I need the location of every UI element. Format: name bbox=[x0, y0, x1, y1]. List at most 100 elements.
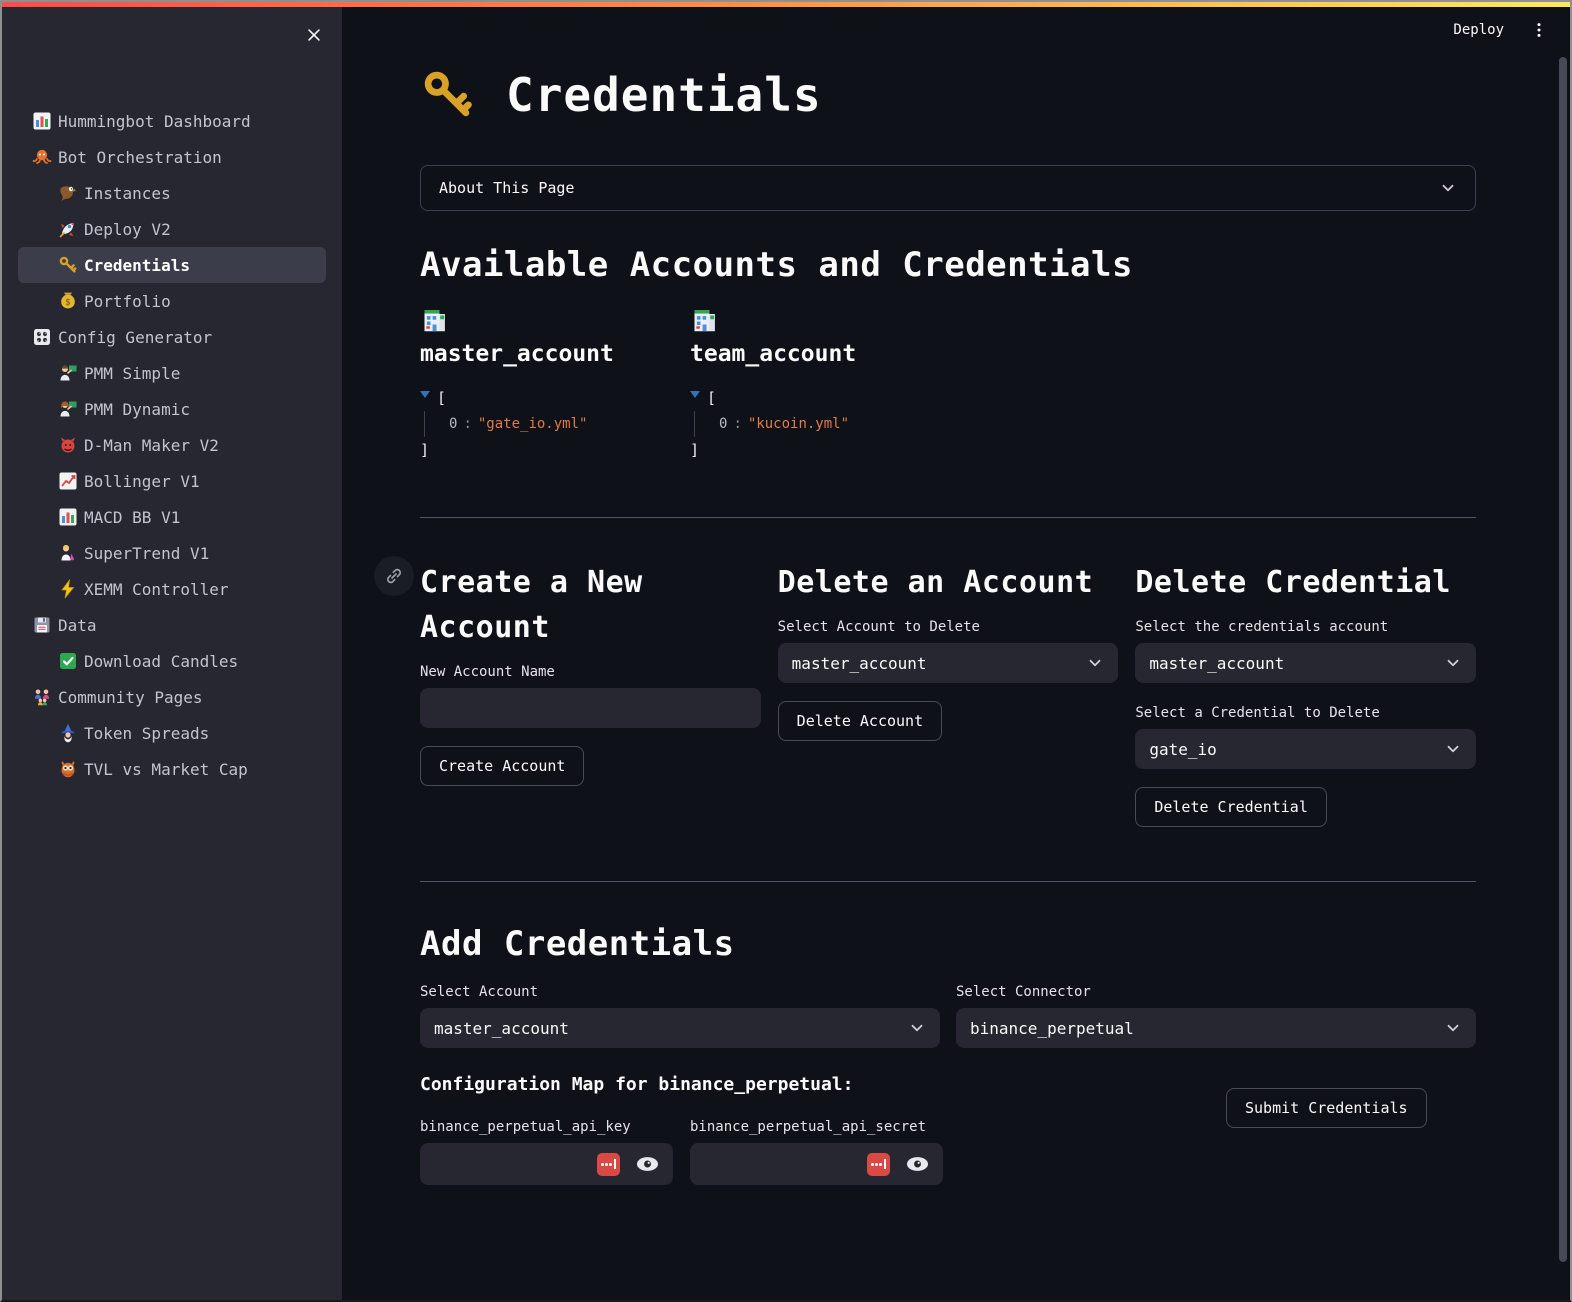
chart-up-icon bbox=[58, 471, 78, 491]
sidebar-item-label: Portfolio bbox=[84, 292, 171, 311]
new-account-name-input[interactable] bbox=[420, 688, 761, 728]
credential-field-label: binance_perpetual_api_key bbox=[420, 1119, 673, 1135]
collapse-triangle-icon[interactable] bbox=[690, 391, 700, 398]
sidebar: Hummingbot Dashboard Bot Orchestration Ins… bbox=[2, 7, 342, 1300]
sidebar-item-download-candles[interactable]: Download Candles bbox=[18, 643, 326, 679]
lightning-icon bbox=[58, 579, 78, 599]
submit-column: Submit Credentials bbox=[958, 1048, 1476, 1185]
eagle-icon bbox=[58, 183, 78, 203]
accounts-row: master_account[0:"gate_io.yml"]team_acco… bbox=[420, 305, 1476, 463]
password-input-field[interactable] bbox=[704, 1155, 867, 1173]
sidebar-close-button[interactable] bbox=[300, 21, 328, 49]
connector-select[interactable]: binance_perpetual bbox=[956, 1008, 1476, 1048]
account-management-row: Create a New Account New Account Name Cr… bbox=[420, 560, 1476, 827]
sidebar-item-label: Deploy V2 bbox=[84, 220, 171, 239]
sidebar-item-data[interactable]: Data bbox=[18, 607, 326, 643]
sidebar-item-label: Config Generator bbox=[58, 328, 212, 347]
show-password-eye-icon[interactable] bbox=[636, 1156, 659, 1172]
credentials-account-select[interactable]: master_account bbox=[1135, 643, 1476, 683]
json-entry: 0:"gate_io.yml" bbox=[449, 411, 673, 437]
add-credentials-account-select[interactable]: master_account bbox=[420, 1008, 940, 1048]
man-scientist-icon bbox=[58, 543, 78, 563]
sidebar-item-deploy-v2[interactable]: Deploy V2 bbox=[18, 211, 326, 247]
show-password-eye-icon[interactable] bbox=[906, 1156, 929, 1172]
submit-credentials-button[interactable]: Submit Credentials bbox=[1226, 1088, 1427, 1128]
json-open-bracket: [ bbox=[707, 385, 716, 411]
page-title: Credentials bbox=[506, 68, 822, 122]
sidebar-item-bollinger-v1[interactable]: Bollinger V1 bbox=[18, 463, 326, 499]
sidebar-item-supertrend-v1[interactable]: SuperTrend V1 bbox=[18, 535, 326, 571]
create-account-button[interactable]: Create Account bbox=[420, 746, 584, 786]
credentials-json-viewer: [0:"kucoin.yml"] bbox=[690, 385, 943, 463]
json-colon: : bbox=[727, 416, 747, 432]
sidebar-item-label: Bot Orchestration bbox=[58, 148, 222, 167]
password-input[interactable] bbox=[690, 1143, 943, 1185]
json-close-bracket: ] bbox=[690, 437, 943, 463]
sidebar-item-label: Token Spreads bbox=[84, 724, 209, 743]
sidebar-item-label: Credentials bbox=[84, 256, 190, 275]
vertical-scrollbar[interactable] bbox=[1559, 57, 1567, 1262]
chevron-down-icon bbox=[1444, 654, 1462, 672]
imp-icon bbox=[58, 435, 78, 455]
delete-account-select[interactable]: master_account bbox=[778, 643, 1119, 683]
json-close-bracket: ] bbox=[420, 437, 673, 463]
sidebar-item-config-generator[interactable]: Config Generator bbox=[18, 319, 326, 355]
wizard-icon bbox=[58, 723, 78, 743]
create-account-heading: Create a New Account bbox=[420, 560, 761, 650]
sidebar-item-label: TVL vs Market Cap bbox=[84, 760, 248, 779]
password-input[interactable] bbox=[420, 1143, 673, 1185]
sidebar-item-pmm-dynamic[interactable]: PMM Dynamic bbox=[18, 391, 326, 427]
select-account-label: Select Account bbox=[420, 984, 940, 1000]
sidebar-item-credentials[interactable]: Credentials bbox=[18, 247, 326, 283]
about-this-page-expander[interactable]: About This Page bbox=[420, 165, 1476, 211]
check-icon bbox=[58, 651, 78, 671]
password-manager-icon[interactable] bbox=[867, 1153, 890, 1176]
control-knobs-icon bbox=[32, 327, 52, 347]
sidebar-item-label: Community Pages bbox=[58, 688, 203, 707]
sidebar-item-label: Download Candles bbox=[84, 652, 238, 671]
key-icon bbox=[58, 255, 78, 275]
sidebar-item-portfolio[interactable]: $ Portfolio bbox=[18, 283, 326, 319]
connector-select-value: binance_perpetual bbox=[970, 1019, 1444, 1038]
chevron-down-icon bbox=[1444, 740, 1462, 758]
sidebar-item-hummingbot-dashboard[interactable]: Hummingbot Dashboard bbox=[18, 103, 326, 139]
password-manager-icon[interactable] bbox=[597, 1153, 620, 1176]
password-input-field[interactable] bbox=[434, 1155, 597, 1173]
family-icon bbox=[32, 687, 52, 707]
sidebar-item-xemm-controller[interactable]: XEMM Controller bbox=[18, 571, 326, 607]
add-credentials-heading: Add Credentials bbox=[420, 924, 1476, 964]
sidebar-item-d-man-maker-v2[interactable]: D-Man Maker V2 bbox=[18, 427, 326, 463]
sidebar-item-label: PMM Simple bbox=[84, 364, 180, 383]
octopus-icon bbox=[32, 147, 52, 167]
sidebar-item-macd-bb-v1[interactable]: MACD BB V1 bbox=[18, 499, 326, 535]
overflow-menu-icon[interactable] bbox=[1530, 19, 1548, 41]
json-colon: : bbox=[457, 416, 477, 432]
delete-account-select-label: Select Account to Delete bbox=[778, 619, 1119, 635]
sidebar-item-tvl-vs-market-cap[interactable]: TVL vs Market Cap bbox=[18, 751, 326, 787]
json-string-value: "gate_io.yml" bbox=[478, 416, 588, 432]
sidebar-item-token-spreads[interactable]: Token Spreads bbox=[18, 715, 326, 751]
chevron-down-icon bbox=[1439, 179, 1457, 197]
account-card-master_account: master_account[0:"gate_io.yml"] bbox=[420, 305, 673, 463]
sidebar-item-label: Data bbox=[58, 616, 97, 635]
man-teacher-icon bbox=[58, 363, 78, 383]
collapse-triangle-icon[interactable] bbox=[420, 391, 430, 398]
sidebar-item-pmm-simple[interactable]: PMM Simple bbox=[18, 355, 326, 391]
delete-credential-button[interactable]: Delete Credential bbox=[1135, 787, 1327, 827]
sidebar-item-label: Hummingbot Dashboard bbox=[58, 112, 251, 131]
credential-select-value: gate_io bbox=[1149, 740, 1444, 759]
anchor-link-button[interactable] bbox=[374, 556, 414, 596]
svg-text:$: $ bbox=[65, 298, 70, 308]
credential-select[interactable]: gate_io bbox=[1135, 729, 1476, 769]
bar-chart-icon bbox=[32, 111, 52, 131]
delete-account-button[interactable]: Delete Account bbox=[778, 701, 942, 741]
deploy-button[interactable]: Deploy bbox=[1453, 22, 1504, 38]
expander-label: About This Page bbox=[439, 179, 1439, 197]
chevron-down-icon bbox=[1086, 654, 1104, 672]
sidebar-item-bot-orchestration[interactable]: Bot Orchestration bbox=[18, 139, 326, 175]
credentials-json-viewer: [0:"gate_io.yml"] bbox=[420, 385, 673, 463]
delete-credential-column: Delete Credential Select the credentials… bbox=[1135, 560, 1476, 827]
sidebar-item-instances[interactable]: Instances bbox=[18, 175, 326, 211]
divider bbox=[420, 517, 1476, 518]
sidebar-item-community-pages[interactable]: Community Pages bbox=[18, 679, 326, 715]
